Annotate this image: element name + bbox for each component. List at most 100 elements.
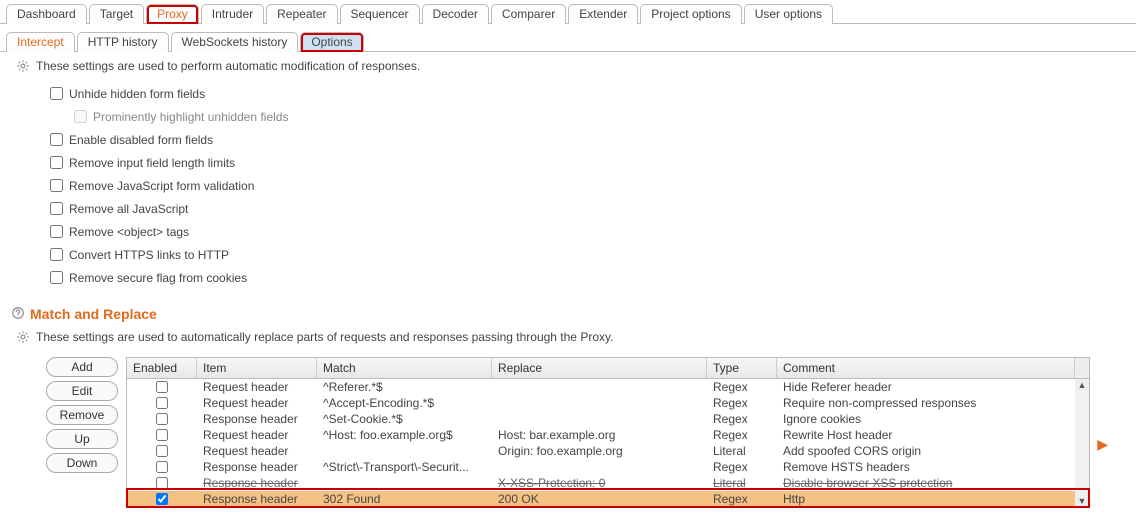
- check-remove-obj-box[interactable]: [50, 225, 63, 238]
- response-mod-intro-text: These settings are used to perform autom…: [36, 59, 420, 73]
- row-type: Literal: [707, 476, 777, 490]
- match-replace-title: Match and Replace: [30, 306, 157, 322]
- th-replace[interactable]: Replace: [492, 358, 707, 378]
- match-replace-table: Enabled Item Match Replace Type Comment …: [126, 357, 1090, 508]
- table-row[interactable]: Request headerOrigin: foo.example.orgLit…: [127, 443, 1089, 459]
- row-enabled-checkbox[interactable]: [156, 477, 168, 489]
- check-remove-len-label: Remove input field length limits: [69, 156, 235, 170]
- match-replace-desc-line: These settings are used to automatically…: [0, 323, 1136, 351]
- response-mod-checklist: Unhide hidden form fields Prominently hi…: [0, 80, 1136, 299]
- row-match: ^Accept-Encoding.*$: [317, 396, 492, 410]
- check-remove-len-box[interactable]: [50, 156, 63, 169]
- th-enabled[interactable]: Enabled: [127, 358, 197, 378]
- help-icon[interactable]: [10, 305, 26, 321]
- down-button[interactable]: Down: [46, 453, 118, 473]
- tab-intruder[interactable]: Intruder: [201, 4, 264, 24]
- row-type: Regex: [707, 492, 777, 506]
- subtab-intercept[interactable]: Intercept: [6, 32, 75, 52]
- table-row[interactable]: Response header X-XSS-Protection: 0Litera…: [127, 475, 1089, 491]
- proxy-subtab-bar: Intercept HTTP history WebSockets histor…: [0, 24, 1136, 52]
- row-enabled-checkbox[interactable]: [156, 461, 168, 473]
- row-enabled-checkbox[interactable]: [156, 413, 168, 425]
- row-comment: Require non-compressed responses: [777, 396, 1075, 410]
- check-remove-alljs[interactable]: Remove all JavaScript: [46, 197, 1126, 220]
- table-row[interactable]: Response header^Strict\-Transport\-Secur…: [127, 459, 1089, 475]
- scroll-up-icon[interactable]: ▲: [1075, 379, 1089, 391]
- table-row[interactable]: Request header^Accept-Encoding.*$ RegexRe…: [127, 395, 1089, 411]
- check-enable-disabled-label: Enable disabled form fields: [69, 133, 213, 147]
- table-row[interactable]: Response header302 Found200 OKRegexHttp: [127, 491, 1089, 507]
- row-replace: Host: bar.example.org: [492, 428, 707, 442]
- main-tab-bar: Dashboard Target Proxy Intruder Repeater…: [0, 0, 1136, 24]
- check-unhide-box[interactable]: [50, 87, 63, 100]
- row-enabled-checkbox[interactable]: [156, 493, 168, 505]
- row-enabled-checkbox[interactable]: [156, 429, 168, 441]
- row-enabled-checkbox[interactable]: [156, 381, 168, 393]
- row-comment: Disable browser XSS protection: [777, 476, 1075, 490]
- th-comment[interactable]: Comment: [777, 358, 1075, 378]
- match-replace-desc: These settings are used to automatically…: [36, 330, 613, 344]
- row-item: Response header: [197, 492, 317, 506]
- row-comment: Hide Referer header: [777, 380, 1075, 394]
- check-remove-jsval-box[interactable]: [50, 179, 63, 192]
- check-remove-alljs-label: Remove all JavaScript: [69, 202, 188, 216]
- check-prominent[interactable]: Prominently highlight unhidden fields: [70, 105, 1126, 128]
- check-unhide[interactable]: Unhide hidden form fields: [46, 82, 1126, 105]
- row-replace: X-XSS-Protection: 0: [492, 476, 707, 490]
- add-button[interactable]: Add: [46, 357, 118, 377]
- tab-extender[interactable]: Extender: [568, 4, 638, 24]
- check-enable-disabled-box[interactable]: [50, 133, 63, 146]
- tab-dashboard[interactable]: Dashboard: [6, 4, 87, 24]
- check-remove-obj[interactable]: Remove <object> tags: [46, 220, 1126, 243]
- row-type: Regex: [707, 460, 777, 474]
- check-unhide-label: Unhide hidden form fields: [69, 87, 205, 101]
- row-match: ^Referer.*$: [317, 380, 492, 394]
- check-conv-https[interactable]: Convert HTTPS links to HTTP: [46, 243, 1126, 266]
- row-type: Regex: [707, 396, 777, 410]
- th-item[interactable]: Item: [197, 358, 317, 378]
- check-remove-secure-box[interactable]: [50, 271, 63, 284]
- row-enabled-checkbox[interactable]: [156, 445, 168, 457]
- row-match: ^Host: foo.example.org$: [317, 428, 492, 442]
- row-item: Response header: [197, 476, 317, 490]
- th-type[interactable]: Type: [707, 358, 777, 378]
- subtab-websockets-history[interactable]: WebSockets history: [171, 32, 299, 52]
- scroll-down-icon[interactable]: ▼: [1075, 495, 1089, 507]
- tab-user-options[interactable]: User options: [744, 4, 833, 24]
- edit-button[interactable]: Edit: [46, 381, 118, 401]
- check-conv-https-box[interactable]: [50, 248, 63, 261]
- table-row[interactable]: Request header^Referer.*$RegexHide Refer…: [127, 379, 1089, 395]
- check-remove-secure[interactable]: Remove secure flag from cookies: [46, 266, 1126, 289]
- subtab-options[interactable]: Options: [300, 32, 363, 52]
- check-remove-jsval-label: Remove JavaScript form validation: [69, 179, 254, 193]
- subtab-http-history[interactable]: HTTP history: [77, 32, 169, 52]
- up-button[interactable]: Up: [46, 429, 118, 449]
- row-type: Literal: [707, 444, 777, 458]
- tab-decoder[interactable]: Decoder: [422, 4, 489, 24]
- tab-project-options[interactable]: Project options: [640, 4, 741, 24]
- row-enabled-checkbox[interactable]: [156, 397, 168, 409]
- check-remove-len[interactable]: Remove input field length limits: [46, 151, 1126, 174]
- match-replace-area: Add Edit Remove Up Down Enabled Item Mat…: [0, 351, 1136, 508]
- table-row[interactable]: Request header^Host: foo.example.org$Hos…: [127, 427, 1089, 443]
- remove-button[interactable]: Remove: [46, 405, 118, 425]
- tab-repeater[interactable]: Repeater: [266, 4, 337, 24]
- gear-icon: [15, 329, 31, 345]
- th-match[interactable]: Match: [317, 358, 492, 378]
- check-remove-alljs-box[interactable]: [50, 202, 63, 215]
- tab-comparer[interactable]: Comparer: [491, 4, 566, 24]
- check-enable-disabled[interactable]: Enable disabled form fields: [46, 128, 1126, 151]
- check-remove-jsval[interactable]: Remove JavaScript form validation: [46, 174, 1126, 197]
- tab-proxy[interactable]: Proxy: [146, 4, 199, 24]
- table-row[interactable]: Response header^Set-Cookie.*$RegexIgnore…: [127, 411, 1089, 427]
- row-item: Request header: [197, 380, 317, 394]
- tab-target[interactable]: Target: [89, 4, 144, 24]
- check-remove-obj-label: Remove <object> tags: [69, 225, 189, 239]
- th-scroll: [1075, 358, 1089, 378]
- row-item: Request header: [197, 444, 317, 458]
- row-item: Request header: [197, 396, 317, 410]
- tab-sequencer[interactable]: Sequencer: [340, 4, 420, 24]
- table-body: ▲ ▼ Request header^Referer.*$RegexHide R…: [127, 379, 1089, 507]
- table-header: Enabled Item Match Replace Type Comment: [127, 358, 1089, 379]
- scrollbar[interactable]: ▲ ▼: [1075, 379, 1089, 507]
